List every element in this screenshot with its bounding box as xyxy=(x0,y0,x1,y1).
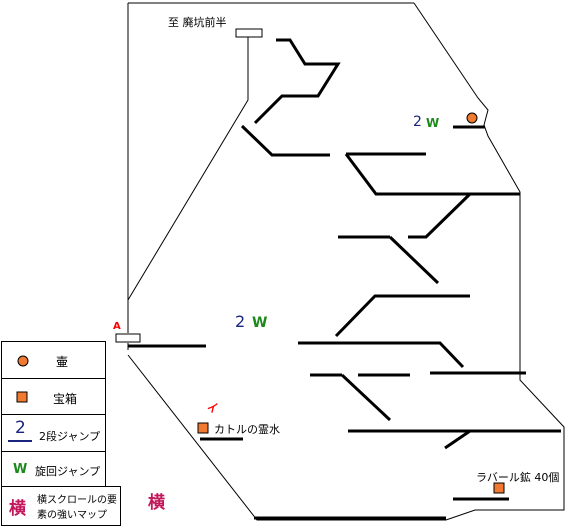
scroll-map-kanji: 横 xyxy=(148,492,165,513)
legend-spin-symbol: W xyxy=(13,462,28,477)
legend-scroll-line2: 素の強いマップ xyxy=(37,510,107,521)
legend-jump2-row: 2 2段ジャンプ xyxy=(1,414,106,454)
legend-jump2-underline xyxy=(8,440,32,442)
marker-i-label: イ xyxy=(206,402,218,415)
legend-spin-label: 旋回ジャンプ xyxy=(35,465,101,478)
middle-spin-letter: W xyxy=(252,315,267,331)
middle-jump-number: 2 xyxy=(235,312,245,331)
legend-scroll-row: 横 横スクロールの要 素の強いマップ xyxy=(1,486,121,526)
chest-icon xyxy=(16,391,28,403)
platforms xyxy=(128,38,561,520)
door-a[interactable] xyxy=(115,333,141,343)
upper-jump-number: 2 xyxy=(413,114,422,130)
pot-icon[interactable] xyxy=(466,112,478,124)
upper-spin-letter: W xyxy=(426,116,439,130)
legend-pot-row: 壷 xyxy=(1,341,106,381)
chest-rabarl-icon[interactable] xyxy=(493,482,505,494)
map-walls xyxy=(127,37,249,301)
legend-pot-swatch xyxy=(17,355,29,367)
legend-scroll-symbol: 横 xyxy=(9,499,26,519)
chest-kataru-label: カトルの霊水 xyxy=(214,423,280,436)
legend-chest-label: 宝箱 xyxy=(53,392,78,406)
chest-kataru-icon[interactable] xyxy=(197,422,209,434)
exit-label: 至 廃坑前半 xyxy=(168,15,227,29)
legend-chest-row: 宝箱 xyxy=(1,378,106,417)
chest-rabarl-label: ラバール鉱 40個 xyxy=(476,470,559,484)
legend-jump2-symbol: 2 xyxy=(15,418,26,438)
legend-jump2-label: 2段ジャンプ xyxy=(39,430,101,443)
exit-door-top[interactable] xyxy=(235,28,263,38)
marker-a-label: A xyxy=(113,321,121,332)
legend-spin-row: W 旋回ジャンプ xyxy=(1,451,106,489)
pot-icon xyxy=(17,355,29,367)
map-border xyxy=(127,2,565,521)
legend-scroll-line1: 横スクロールの要 xyxy=(37,495,117,506)
legend-pot-label: 壷 xyxy=(56,355,69,369)
